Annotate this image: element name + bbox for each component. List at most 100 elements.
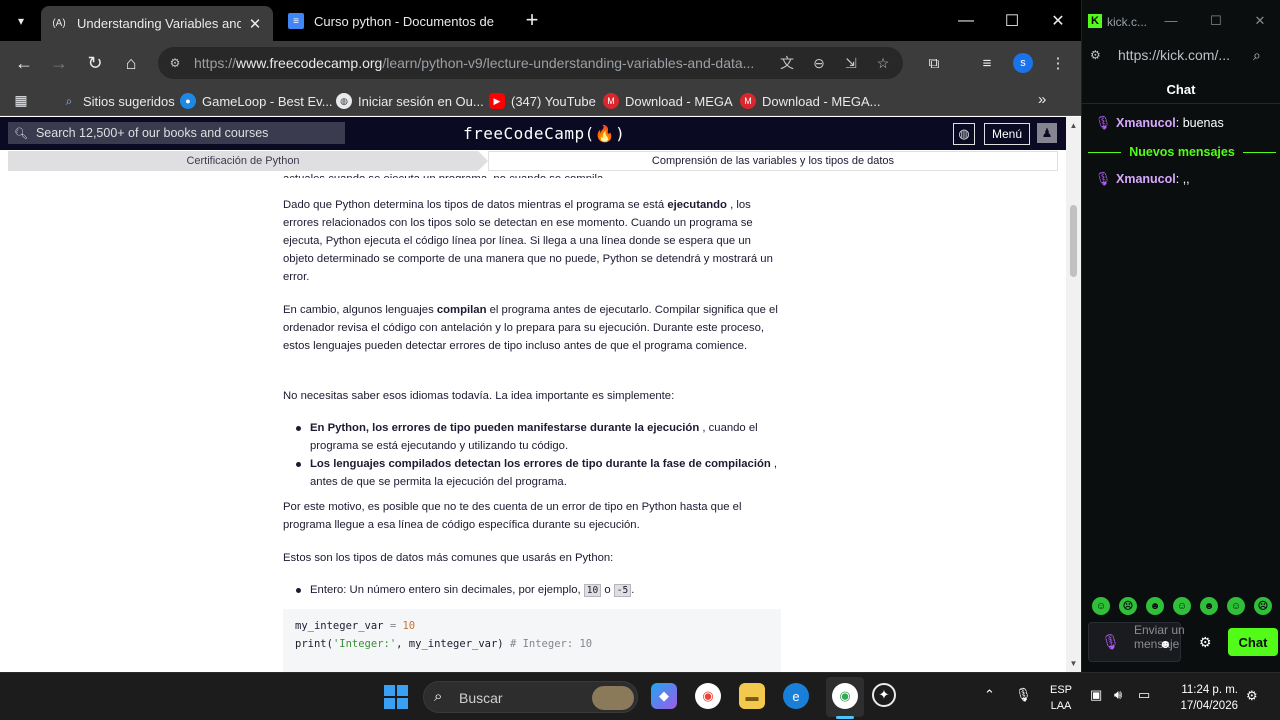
bookmark-mega-1[interactable]: M Download - MEGA — [603, 90, 733, 112]
tab-search-icon[interactable]: ▾ — [8, 8, 34, 34]
maximize-icon[interactable]: ☐ — [989, 0, 1035, 41]
app-settings-icon[interactable]: ✦ — [872, 683, 896, 707]
page-scrollbar[interactable]: ▲ ▼ — [1066, 117, 1081, 672]
system-clock[interactable]: 11:24 p. m. 17/04/2026 — [1170, 682, 1238, 714]
chat-message-input[interactable]: 🎙︎ Enviar un mensaje ☻ — [1088, 622, 1185, 662]
emoji-picker-icon[interactable]: ☻ — [1159, 637, 1172, 651]
paragraph-2: En cambio, algunos lenguajes compilan el… — [283, 304, 778, 352]
emote-icon[interactable]: ☺ — [1092, 597, 1110, 615]
scroll-down-icon[interactable]: ▼ — [1069, 659, 1078, 668]
reload-icon[interactable]: ↻ — [81, 49, 109, 77]
chat-text: : buenas — [1175, 116, 1224, 130]
fcc-search-input[interactable]: 🔍︎ Search 12,500+ of our books and cours… — [8, 122, 345, 144]
close-tab-icon[interactable]: ✕ — [247, 15, 263, 33]
show-hidden-icons-icon[interactable]: ⌃ — [984, 687, 995, 703]
bookmark-mega-2[interactable]: M Download - MEGA... — [740, 90, 881, 112]
file-explorer-icon[interactable]: ▬ — [739, 683, 765, 709]
more-menu-icon[interactable]: ⋮ — [1046, 51, 1070, 75]
extensions-icon[interactable]: ⧉ — [922, 51, 946, 75]
more-bookmarks-icon[interactable]: » — [1038, 91, 1046, 108]
forward-icon[interactable]: → — [45, 49, 73, 77]
address-bar[interactable]: ⚙ https://www.freecodecamp.org/learn/pyt… — [158, 47, 903, 79]
divider-line — [1088, 151, 1122, 153]
scroll-up-icon[interactable]: ▲ — [1069, 121, 1078, 130]
list-item: Los lenguajes compilados detectan los er… — [283, 455, 778, 491]
taskbar-search[interactable]: ⌕ Buscar — [423, 681, 638, 713]
breadcrumb-course[interactable]: Certificación de Python — [8, 151, 488, 171]
code-block: my_integer_var = 10 print('Integer:', my… — [283, 609, 781, 672]
chat-settings-gear-icon[interactable]: ⚙ — [1199, 634, 1212, 651]
minimize-icon[interactable]: — — [943, 0, 989, 41]
bookmark-gameloop[interactable]: ● GameLoop - Best Ev... — [180, 90, 333, 112]
chrome-icon[interactable]: ◉ — [695, 683, 721, 709]
fcc-navbar: 🔍︎ Search 12,500+ of our books and cours… — [0, 117, 1066, 150]
menu-button[interactable]: Menú — [984, 123, 1030, 145]
new-messages-divider: Nuevos mensajes — [1088, 145, 1277, 159]
tab-curso-python[interactable]: ≡ Curso python - Documentos de — [278, 6, 512, 36]
zoom-icon[interactable]: ⌕ — [1253, 47, 1261, 64]
fcc-logo[interactable]: freeCodeCamp(🔥) — [463, 124, 625, 143]
media-control-icon[interactable]: ≡ — [975, 51, 999, 75]
microphone-icon[interactable]: 🎙︎ — [1015, 687, 1032, 703]
new-tab-icon[interactable]: + — [520, 9, 544, 31]
kick-url[interactable]: https://kick.com/... — [1118, 47, 1230, 63]
language-globe-icon[interactable]: ◍ — [953, 123, 975, 145]
paragraph-3: No necesitas saber esos idiomas todavía.… — [283, 390, 675, 402]
send-chat-button[interactable]: Chat — [1228, 628, 1278, 656]
search-placeholder: Search 12,500+ of our books and courses — [35, 126, 269, 140]
kick-title-bar: K kick.c... — ☐ ✕ — [1082, 0, 1280, 41]
bookmark-youtube[interactable]: ▶ (347) YouTube — [489, 90, 596, 112]
close-window-icon[interactable]: ✕ — [1250, 13, 1270, 29]
zoom-out-icon[interactable]: ⊖ — [808, 53, 830, 73]
kick-tab-title: kick.c... — [1107, 15, 1148, 29]
maximize-icon[interactable]: ☐ — [1206, 13, 1226, 29]
emote-icon[interactable]: ☺ — [1173, 597, 1191, 615]
chrome-window: ▾ (A) Understanding Variables and Da ✕ ≡… — [0, 0, 1081, 672]
page-content: 🔍︎ Search 12,500+ of our books and cours… — [0, 117, 1081, 672]
site-settings-icon[interactable]: ⚙ — [1090, 48, 1101, 62]
back-icon[interactable]: ← — [10, 49, 38, 77]
mic-icon[interactable]: 🎙︎ — [1101, 633, 1120, 651]
emote-icon[interactable]: ☹ — [1254, 597, 1272, 615]
emote-icon[interactable]: ☺ — [1227, 597, 1245, 615]
kick-address-bar[interactable]: ⚙ https://kick.com/... ⌕ — [1082, 41, 1280, 71]
notifications-icon[interactable]: ⚙ — [1246, 688, 1258, 704]
bookmark-sitios-sugeridos[interactable]: ⌕ Sitios sugeridos — [61, 90, 175, 112]
gameloop-icon: ● — [180, 93, 196, 109]
emote-icon[interactable]: ☻ — [1200, 597, 1218, 615]
paragraph-5: Estos son los tipos de datos más comunes… — [283, 552, 614, 564]
url-text[interactable]: https://www.freecodecamp.org/learn/pytho… — [194, 55, 769, 71]
search-highlight-image — [592, 686, 634, 710]
tab-title: Understanding Variables and Da — [77, 16, 241, 31]
install-app-icon[interactable]: ⇲ — [840, 53, 862, 73]
bookmark-star-icon[interactable]: ☆ — [872, 53, 894, 73]
site-settings-icon[interactable]: ⚙ — [166, 54, 184, 72]
translate-icon[interactable]: 文 — [776, 53, 798, 73]
user-avatar-icon[interactable]: ♟ — [1037, 123, 1057, 143]
home-icon[interactable]: ⌂ — [117, 49, 145, 77]
chat-username[interactable]: Xmanucol — [1116, 116, 1176, 130]
paragraph-1: Dado que Python determina los tipos de d… — [283, 199, 773, 283]
emote-icon[interactable]: ☻ — [1146, 597, 1164, 615]
edge-icon[interactable]: e — [783, 683, 809, 709]
emote-icon[interactable]: ☹ — [1119, 597, 1137, 615]
chat-username[interactable]: Xmanucol — [1116, 172, 1176, 186]
chrome-profile-icon[interactable]: ◉ — [832, 683, 858, 709]
windows-start-icon[interactable] — [384, 685, 408, 709]
network-icon[interactable]: ▣ — [1090, 687, 1102, 703]
code-line: my_integer_var = 10 — [295, 620, 416, 632]
search-icon: 🔍︎ — [14, 127, 28, 140]
tab-understanding-variables[interactable]: (A) Understanding Variables and Da ✕ — [41, 6, 273, 41]
data-types-list: Entero: Un número entero sin decimales, … — [283, 581, 778, 600]
bookmark-outlook[interactable]: ◍ Iniciar sesión en Ou... — [336, 90, 484, 112]
new-messages-label: Nuevos mensajes — [1129, 145, 1235, 159]
minimize-icon[interactable]: — — [1161, 13, 1181, 28]
apps-grid-icon[interactable]: ▦ — [13, 92, 29, 108]
input-language[interactable]: ESP LAA — [1049, 682, 1073, 714]
profile-avatar[interactable]: s — [1013, 53, 1033, 73]
volume-icon[interactable]: 🔊︎ — [1114, 687, 1122, 703]
scroll-thumb[interactable] — [1070, 205, 1077, 277]
battery-icon[interactable]: ▭ — [1138, 687, 1150, 703]
copilot-icon[interactable]: ◆ — [651, 683, 677, 709]
close-window-icon[interactable]: ✕ — [1035, 0, 1081, 41]
